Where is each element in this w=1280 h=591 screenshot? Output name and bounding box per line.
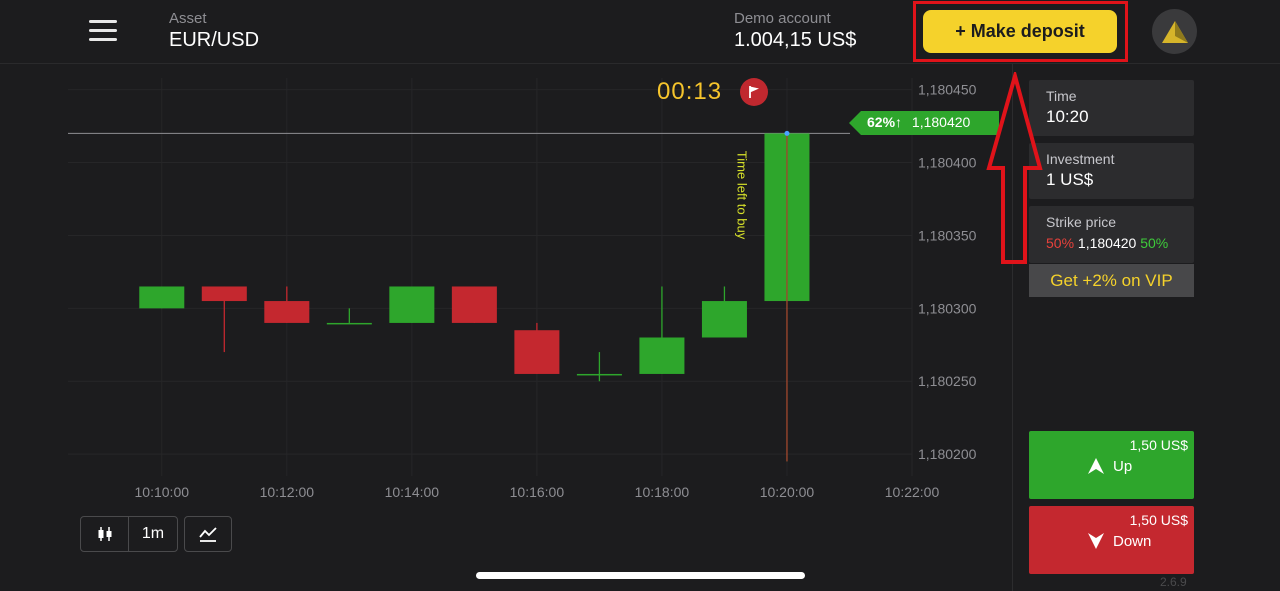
arrow-up-icon: [1088, 458, 1104, 474]
candle-body: [326, 322, 372, 325]
current-point: [784, 130, 790, 136]
time-value: 10:20: [1046, 107, 1089, 126]
arrow-down-icon: [1088, 533, 1104, 549]
asset-label: Asset: [169, 10, 207, 27]
interval-button[interactable]: 1m: [129, 517, 177, 551]
time-tick-label: 10:20:00: [760, 484, 815, 500]
time-tick-label: 10:10:00: [135, 484, 190, 500]
price-tick-label: 1,180200: [918, 446, 977, 462]
strike-down-percent: 50%: [1046, 235, 1075, 251]
time-setting[interactable]: Time 10:20: [1029, 80, 1194, 136]
investment-label: Investment: [1046, 151, 1115, 167]
indicators-icon[interactable]: [184, 516, 232, 552]
down-payout: 1,50 US$: [1129, 512, 1188, 528]
price-tick-label: 1,180400: [918, 155, 977, 171]
down-button[interactable]: 1,50 US$ Down: [1029, 506, 1194, 574]
candle-body: [389, 286, 435, 323]
time-tick-label: 10:14:00: [385, 484, 440, 500]
candle-body: [201, 286, 247, 302]
investment-value: 1 US$: [1046, 170, 1094, 189]
profile-avatar[interactable]: [1152, 9, 1197, 54]
down-label: Down: [1113, 532, 1152, 550]
strike-price-value: 1,180420: [1077, 235, 1137, 251]
up-label: Up: [1113, 457, 1133, 475]
menu-icon[interactable]: [86, 16, 120, 46]
strike-price-setting[interactable]: Strike price 50% 1,180420 50%: [1029, 206, 1194, 263]
candle-body: [639, 337, 685, 374]
make-deposit-button[interactable]: + Make deposit: [923, 10, 1117, 53]
price-tick-label: 1,180300: [918, 300, 977, 316]
candle-body: [701, 301, 747, 338]
asset-selector[interactable]: Asset EUR/USD: [169, 10, 259, 52]
payout-percent: 62%↑: [867, 114, 903, 130]
candle-body: [451, 286, 497, 323]
time-tick-label: 10:16:00: [510, 484, 565, 500]
investment-setting[interactable]: Investment 1 US$: [1029, 143, 1194, 199]
annotation-arrow-icon: [986, 72, 1043, 264]
account-selector[interactable]: Demo account 1.004,15 US$: [734, 10, 856, 52]
level-triangle-icon: [1161, 20, 1188, 43]
current-price: 1,180420: [911, 114, 971, 130]
account-balance: 1.004,15 US$: [734, 29, 857, 51]
time-left-text: Time left to buy: [734, 150, 750, 240]
countdown-timer: 00:13: [657, 78, 723, 105]
price-tick-label: 1,180350: [918, 227, 977, 243]
up-payout: 1,50 US$: [1129, 437, 1188, 453]
app-version: 2.6.9: [1160, 575, 1187, 589]
chart-mode-group: 1m: [80, 516, 178, 552]
strike-up-percent: 50%: [1140, 235, 1169, 251]
vip-offer-button[interactable]: Get +2% on VIP: [1029, 264, 1194, 297]
time-tick-label: 10:22:00: [885, 484, 940, 500]
home-indicator: [476, 572, 805, 579]
price-tick-label: 1,180250: [918, 373, 977, 389]
deposit-highlight-frame: + Make deposit: [913, 1, 1128, 62]
candle-body: [264, 301, 310, 323]
candle-body: [139, 286, 185, 309]
asset-value: EUR/USD: [169, 29, 260, 51]
current-price-tag: 62%↑ 1,180420: [849, 111, 999, 135]
candles-icon[interactable]: [81, 517, 129, 551]
price-tick-label: 1,180450: [918, 82, 977, 98]
account-label: Demo account: [734, 10, 831, 27]
time-left-label: Time left to buy: [725, 140, 759, 250]
time-label: Time: [1046, 88, 1077, 104]
flag-icon: [740, 78, 768, 106]
candle-body: [576, 373, 622, 376]
up-button[interactable]: 1,50 US$ Up: [1029, 431, 1194, 499]
strike-label: Strike price: [1046, 214, 1117, 230]
candle-body: [514, 330, 560, 374]
time-tick-label: 10:18:00: [635, 484, 690, 500]
time-tick-label: 10:12:00: [260, 484, 315, 500]
top-bar: Asset EUR/USD Demo account 1.004,15 US$ …: [0, 0, 1280, 64]
